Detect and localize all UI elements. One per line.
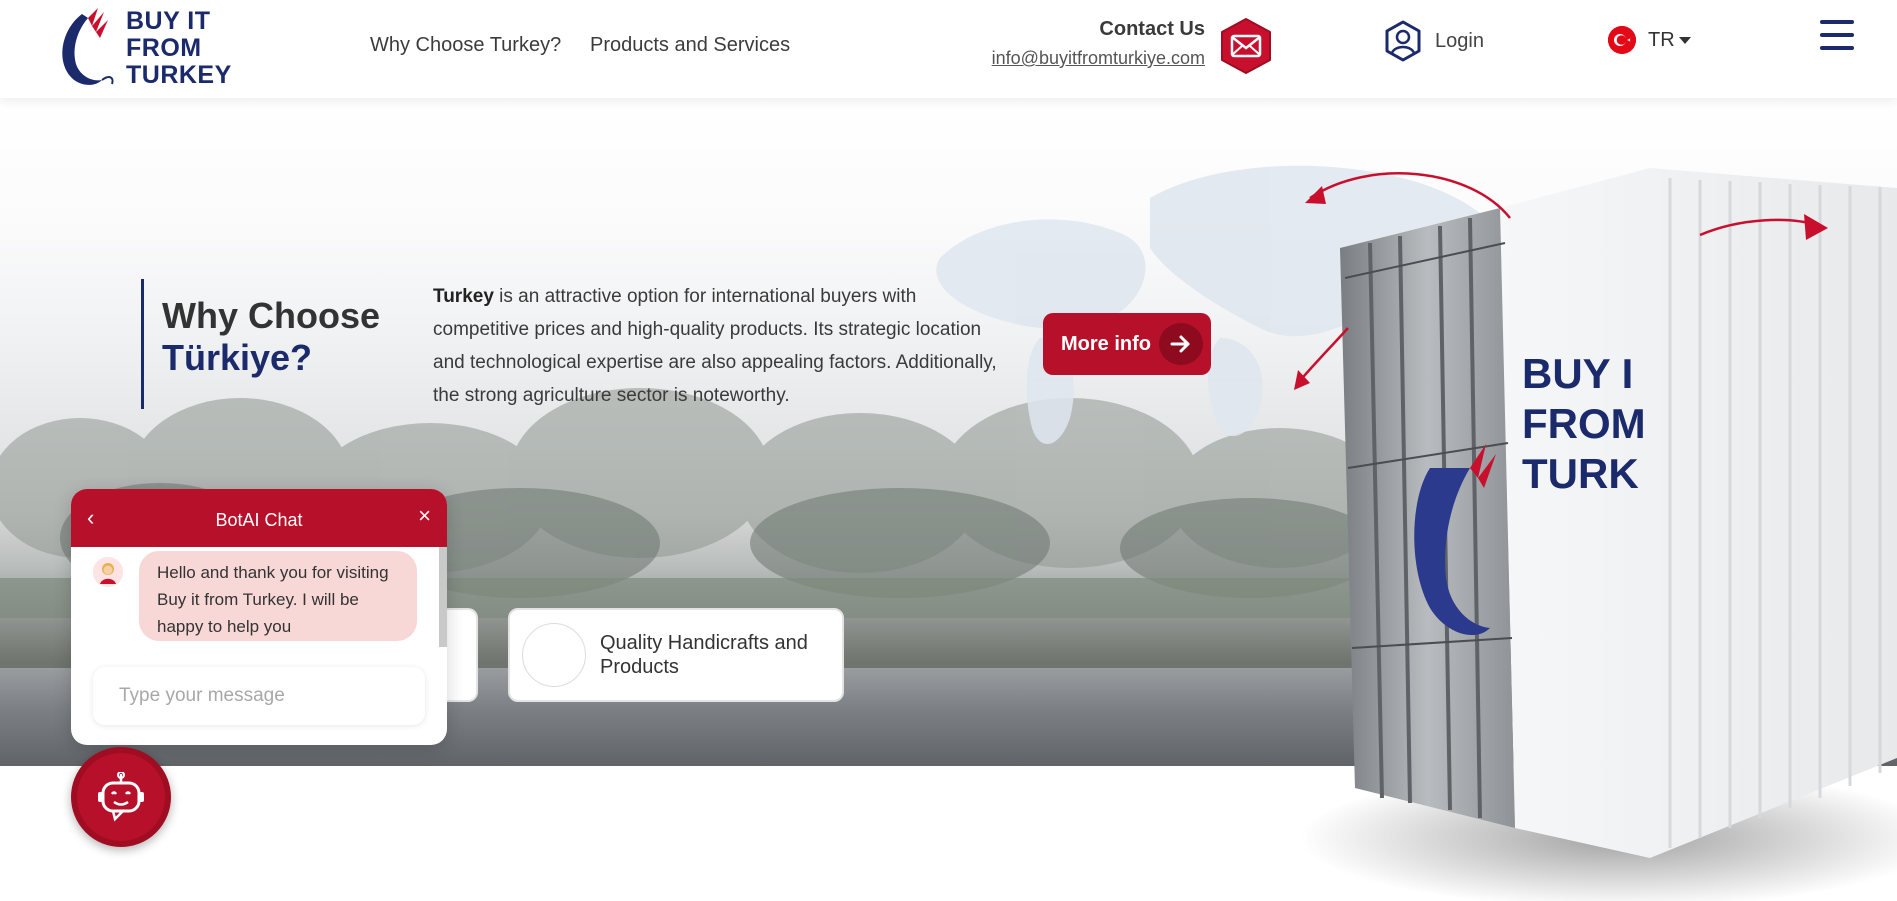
nav-products-services[interactable]: Products and Services — [590, 34, 790, 57]
logo-text: BUY IT FROM TURKEY — [126, 6, 232, 89]
why-title-line-2: Türkiye? — [162, 337, 313, 378]
site-logo[interactable]: BUY IT FROM TURKEY — [52, 4, 242, 92]
nav-why-choose-turkey[interactable]: Why Choose Turkey? — [370, 34, 561, 57]
container-logo-line-3: TURK — [1522, 450, 1639, 497]
language-selector[interactable]: TR — [1608, 26, 1691, 54]
intro-paragraph: Turkey is an attractive option for inter… — [433, 280, 1013, 412]
contact-title: Contact Us — [1099, 18, 1205, 40]
chevron-down-icon — [1678, 36, 1691, 44]
chat-scrollbar[interactable] — [439, 547, 447, 647]
chat-message-bubble: Hello and thank you for visiting Buy it … — [139, 551, 417, 641]
page: BUY IT FROM TURKEY Why Choose Turkey? Pr… — [0, 0, 1897, 901]
chat-header: ‹ BotAI Chat × — [71, 489, 447, 547]
language-code: TR — [1648, 28, 1675, 51]
logo-line-2: FROM — [126, 33, 202, 62]
logo-line-3: TURKEY — [126, 60, 232, 89]
login-link[interactable]: Login — [1383, 20, 1484, 62]
user-circle-icon — [1385, 20, 1421, 62]
login-label: Login — [1435, 29, 1484, 52]
turkey-flag-icon — [1608, 26, 1636, 54]
logo-line-1: BUY IT — [126, 6, 211, 35]
arrow-right-icon — [1159, 323, 1203, 365]
shipping-arrows-graphic — [1294, 172, 1828, 390]
card-icon-circle — [522, 623, 586, 687]
chat-widget: ‹ BotAI Chat × Hello and thank you for v… — [71, 489, 447, 745]
chevron-left-icon[interactable]: ‹ — [87, 505, 94, 531]
chatbot-icon[interactable] — [71, 747, 171, 847]
bot-avatar-icon — [93, 557, 123, 587]
more-info-button[interactable]: More info — [1043, 313, 1211, 375]
chat-messages: Hello and thank you for visiting Buy it … — [71, 547, 447, 667]
more-info-label: More info — [1061, 332, 1151, 355]
service-card[interactable]: Quality Handicrafts and Products — [508, 608, 844, 702]
mail-icon[interactable] — [1219, 18, 1273, 74]
site-header: BUY IT FROM TURKEY Why Choose Turkey? Pr… — [0, 0, 1897, 98]
intro-bold: Turkey — [433, 286, 494, 307]
why-choose-heading: Why Choose Türkiye? — [141, 279, 381, 409]
card-label: Quality Handicrafts and Products — [600, 632, 808, 678]
hamburger-menu-icon[interactable] — [1820, 20, 1854, 52]
chat-title: BotAI Chat — [215, 509, 303, 530]
why-title-line-1: Why Choose — [162, 295, 381, 336]
intro-text: is an attractive option for internationa… — [433, 286, 997, 406]
chat-message-input[interactable] — [93, 667, 425, 725]
logo-bird-icon — [62, 8, 114, 85]
contact-email-link[interactable]: info@buyitfromturkiye.com — [992, 48, 1205, 69]
close-icon[interactable]: × — [418, 503, 431, 529]
